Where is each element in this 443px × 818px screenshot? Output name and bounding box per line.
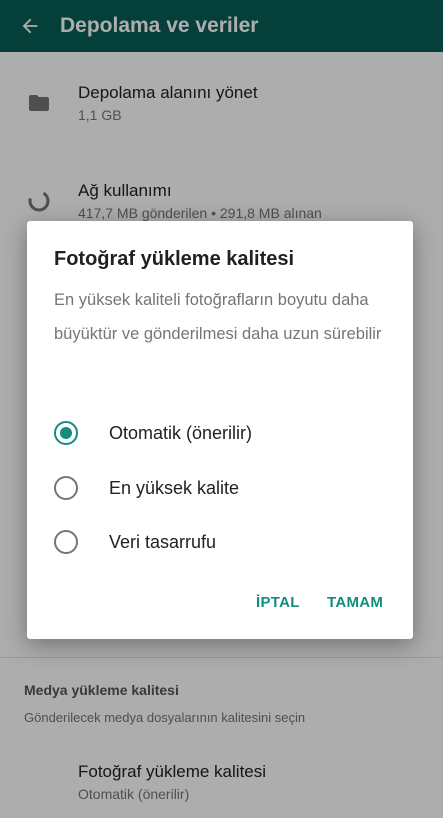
radio-checked-icon[interactable]: [54, 421, 78, 445]
ok-button[interactable]: TAMAM: [327, 594, 383, 611]
dialog-message: En yüksek kaliteli fotoğrafların boyutu …: [54, 291, 382, 343]
option-label: Otomatik (önerilir): [109, 422, 253, 443]
option-highest-quality[interactable]: En yüksek kalite: [54, 466, 394, 510]
option-data-saver[interactable]: Veri tasarrufu: [54, 520, 394, 564]
radio-unchecked-icon[interactable]: [54, 530, 78, 554]
option-automatic[interactable]: Otomatik (önerilir): [54, 411, 394, 455]
radio-unchecked-icon[interactable]: [54, 476, 78, 500]
photo-quality-dialog: Fotoğraf yükleme kalitesi En yüksek kali…: [27, 221, 413, 639]
cancel-button[interactable]: İPTAL: [256, 594, 300, 611]
dialog-title: Fotoğraf yükleme kalitesi: [54, 248, 295, 270]
option-label: Veri tasarrufu: [109, 531, 217, 552]
option-label: En yüksek kalite: [109, 477, 240, 498]
